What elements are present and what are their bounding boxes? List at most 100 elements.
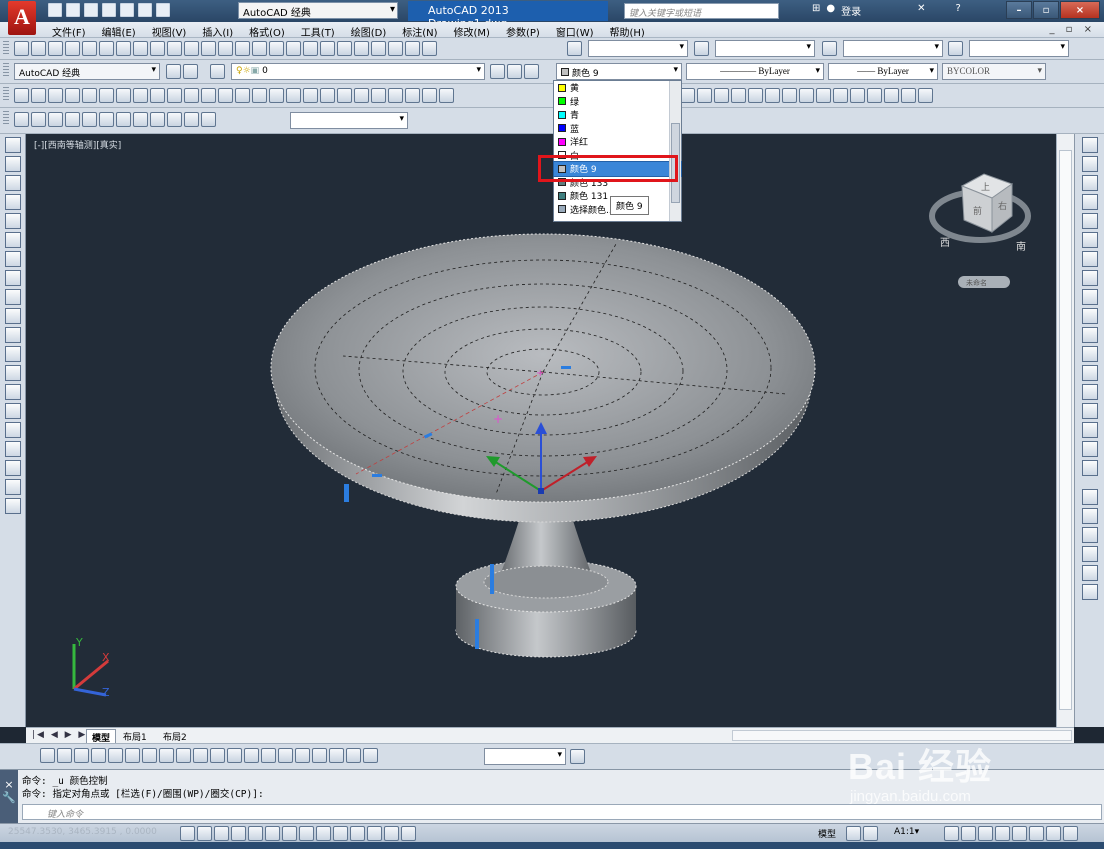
- ucs-menu-label[interactable]: 未命名: [966, 278, 987, 287]
- color-option-green[interactable]: 绿: [554, 95, 681, 109]
- fillet-icon[interactable]: [1081, 422, 1098, 438]
- viewport-three-icon[interactable]: [65, 112, 80, 127]
- save-icon[interactable]: [48, 41, 63, 56]
- isolate-objects-icon[interactable]: [1029, 826, 1044, 841]
- interfere-icon[interactable]: [439, 88, 454, 103]
- toolbar-grip[interactable]: [3, 63, 9, 77]
- view-nw-icon[interactable]: [833, 88, 848, 103]
- rectangle-icon[interactable]: [4, 213, 21, 229]
- viewport-clip-icon[interactable]: [99, 112, 114, 127]
- preview-icon[interactable]: [82, 41, 97, 56]
- slice-icon[interactable]: [388, 88, 403, 103]
- linetype-combo[interactable]: ———— ByLayer ▾: [686, 63, 824, 80]
- hatch-back-icon[interactable]: [1081, 584, 1098, 600]
- workspace-dropdown[interactable]: AutoCAD 经典 ▾: [238, 2, 398, 19]
- quick-dim-icon[interactable]: [176, 748, 191, 763]
- helix-icon[interactable]: [150, 88, 165, 103]
- linear-dim-icon[interactable]: [40, 748, 55, 763]
- extend-icon[interactable]: [1081, 327, 1098, 343]
- color-option-yellow[interactable]: 黄: [554, 81, 681, 95]
- make-current-layer-icon[interactable]: [490, 64, 505, 79]
- planar-surface-icon[interactable]: [167, 88, 182, 103]
- zoom-realtime-icon[interactable]: [269, 41, 284, 56]
- chamfer-icon[interactable]: [1081, 403, 1098, 419]
- save-icon[interactable]: [84, 3, 98, 17]
- intersect-icon[interactable]: [303, 88, 318, 103]
- menu-format[interactable]: 格式(O): [241, 24, 293, 39]
- thicken-icon[interactable]: [422, 88, 437, 103]
- layer-combo[interactable]: ♀☼▣ 0 ▾: [231, 63, 485, 80]
- visual-style-realistic-icon[interactable]: [884, 88, 899, 103]
- menu-modify[interactable]: 修改(M): [446, 24, 498, 39]
- loft-icon[interactable]: [252, 88, 267, 103]
- plotstyle-combo[interactable]: BYCOLOR ▾: [942, 63, 1046, 80]
- join-icon[interactable]: [1081, 384, 1098, 400]
- layer-properties-icon[interactable]: [210, 64, 225, 79]
- 3d-object-snap-icon[interactable]: [282, 826, 297, 841]
- visual-style-conceptual-icon[interactable]: [901, 88, 916, 103]
- pyramid-icon[interactable]: [133, 88, 148, 103]
- break-at-point-icon[interactable]: [1081, 346, 1098, 362]
- arc-icon[interactable]: [4, 232, 21, 248]
- orbit-icon[interactable]: [133, 112, 148, 127]
- construction-line-icon[interactable]: [4, 156, 21, 172]
- lineweight-icon[interactable]: [350, 826, 365, 841]
- mdi-controls[interactable]: _ ▫ ×: [1049, 24, 1096, 35]
- toolbar-grip[interactable]: [3, 111, 9, 125]
- baseline-icon[interactable]: [193, 748, 208, 763]
- ortho-mode-icon[interactable]: [231, 826, 246, 841]
- grid-display-icon[interactable]: [214, 826, 229, 841]
- 3d-align-icon[interactable]: [354, 88, 369, 103]
- sphere-icon[interactable]: [82, 88, 97, 103]
- new-icon[interactable]: [48, 3, 62, 17]
- explode-icon[interactable]: [1081, 460, 1098, 476]
- ordinate-icon[interactable]: [91, 748, 106, 763]
- help-icon[interactable]: ?: [956, 3, 961, 18]
- view-front-icon[interactable]: [748, 88, 763, 103]
- view-left-icon[interactable]: [714, 88, 729, 103]
- break-icon[interactable]: [1081, 365, 1098, 381]
- open-icon[interactable]: [31, 41, 46, 56]
- menu-window[interactable]: 窗口(W): [548, 24, 602, 39]
- customize-icon[interactable]: [183, 64, 198, 79]
- viewport-object-icon[interactable]: [116, 112, 131, 127]
- vertical-scrollbar[interactable]: [1056, 134, 1074, 727]
- open-icon[interactable]: [66, 3, 80, 17]
- tool-palettes-icon[interactable]: [354, 41, 369, 56]
- tab-layout1[interactable]: 布局1: [118, 729, 152, 743]
- 3d-array-icon[interactable]: [371, 88, 386, 103]
- new-icon[interactable]: [14, 41, 29, 56]
- wrench-icon[interactable]: 🔧: [0, 791, 18, 804]
- jogged-linear-icon[interactable]: [312, 748, 327, 763]
- line-icon[interactable]: [4, 137, 21, 153]
- multiline-text-icon[interactable]: [4, 479, 21, 495]
- cylinder-icon[interactable]: [99, 88, 114, 103]
- clean-screen-icon[interactable]: [1063, 826, 1078, 841]
- wedge-icon[interactable]: [48, 88, 63, 103]
- radius-icon[interactable]: [108, 748, 123, 763]
- properties-icon[interactable]: [320, 41, 335, 56]
- circle-icon[interactable]: [4, 251, 21, 267]
- infer-constraints-icon[interactable]: [180, 826, 195, 841]
- pan-icon[interactable]: [252, 41, 267, 56]
- dim-edit-icon[interactable]: [329, 748, 344, 763]
- dim-text-edit-icon[interactable]: [346, 748, 361, 763]
- close-icon[interactable]: ×: [0, 778, 18, 791]
- section-icon[interactable]: [405, 88, 420, 103]
- ellipse-arc-icon[interactable]: [4, 327, 21, 343]
- restore-button[interactable]: ▫: [1033, 1, 1059, 19]
- design-center-icon[interactable]: [337, 41, 352, 56]
- text-front-icon[interactable]: [1081, 565, 1098, 581]
- scroll-thumb[interactable]: [1059, 150, 1072, 710]
- text-style-combo[interactable]: ▾: [588, 40, 688, 57]
- menu-view[interactable]: 视图(V): [144, 24, 195, 39]
- make-block-icon[interactable]: [4, 365, 21, 381]
- polar-tracking-icon[interactable]: [248, 826, 263, 841]
- dynamic-ucs-icon[interactable]: [316, 826, 331, 841]
- diameter-icon[interactable]: [142, 748, 157, 763]
- viewcube[interactable]: 上 前 右 西 南 未命名: [929, 173, 1031, 288]
- model-space-button[interactable]: 模型: [818, 827, 836, 840]
- match-properties-icon[interactable]: [184, 41, 199, 56]
- search-input[interactable]: 键入关键字或短语: [624, 3, 779, 19]
- drawing-viewport[interactable]: [-][西南等轴测][真实] + + Y X Z 上 前 右 西 南 未命名: [26, 134, 1056, 727]
